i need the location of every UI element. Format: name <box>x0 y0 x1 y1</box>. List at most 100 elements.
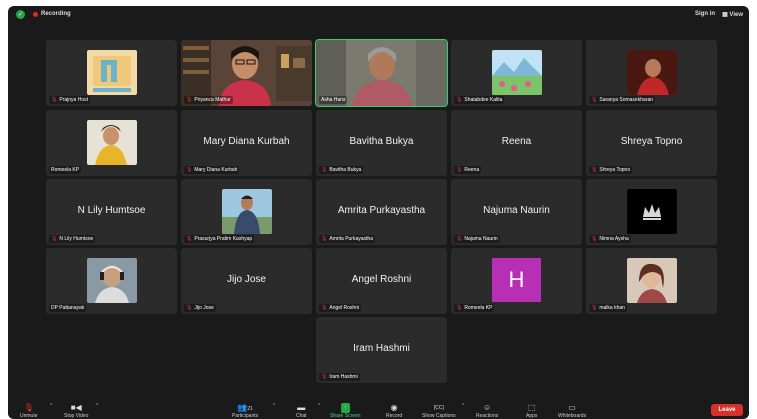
zoom-window: ✓ Recording Sign in ▦ View 🎙︎ Prajnya Hos… <box>8 6 749 419</box>
whiteboard-icon: ▭ <box>568 403 576 412</box>
muted-mic-icon: 🎙︎ <box>456 305 463 311</box>
participant-tile[interactable]: Mary Diana Kurbah 🎙︎ Mary Diana Kurbah <box>181 110 312 176</box>
participant-name: 🎙︎ Mary Diana Kurbah <box>184 166 240 174</box>
participant-display-name: Najuma Naurin <box>483 205 550 216</box>
participant-tile[interactable]: 🎙︎ Saranya Somasekharan <box>586 40 717 106</box>
mic-off-icon: 🎙︎ <box>23 403 34 412</box>
participant-tile[interactable]: Iram Hashmi 🎙︎ Iram Hashmi <box>316 317 447 383</box>
profile-photo <box>86 258 137 303</box>
participant-name: 🎙︎ Amrita Purkayastha <box>319 235 375 243</box>
crown-avatar <box>626 189 677 234</box>
landscape-avatar <box>491 50 542 95</box>
chat-options-caret[interactable]: ^ <box>318 403 320 409</box>
muted-mic-icon: 🎙︎ <box>186 167 193 173</box>
reactions-icon: ☺ <box>483 403 492 412</box>
muted-mic-icon: 🎙︎ <box>186 97 193 103</box>
participant-tile[interactable]: 🎙︎ Prasurjya Pratim Kashyap <box>181 179 312 245</box>
muted-mic-icon: 🎙︎ <box>456 97 463 103</box>
participant-name: 🎙︎ Nimna Aysha <box>589 235 631 243</box>
participant-tile[interactable]: Amrita Purkayastha 🎙︎ Amrita Purkayastha <box>316 179 447 245</box>
muted-mic-icon: 🎙︎ <box>456 167 463 173</box>
initial-avatar: H <box>492 258 541 302</box>
participant-display-name: Reena <box>501 136 532 147</box>
participant-tile[interactable]: 🎙︎ Prajnya Host <box>46 40 177 106</box>
participants-button[interactable]: 👥21 Participants <box>232 403 258 419</box>
chat-button[interactable]: ▬ Chat <box>296 403 307 419</box>
participant-name: 🎙︎ Bavitha Bukya <box>319 166 364 174</box>
record-button[interactable]: ◉ Record <box>386 403 402 419</box>
participant-tile[interactable]: N Lily Humtsoe 🎙︎ N Lily Humtsoe <box>46 179 177 245</box>
participant-display-name: Amrita Purkayastha <box>337 205 426 216</box>
profile-photo <box>626 50 677 95</box>
participant-tile[interactable]: 🎙︎ Nimna Aysha <box>586 179 717 245</box>
audio-options-caret[interactable]: ^ <box>50 403 52 409</box>
participant-name: 🎙︎ Angel Roshni <box>319 304 362 312</box>
participant-display-name: N Lily Humtsoe <box>77 205 146 216</box>
participant-display-name: Bavitha Bukya <box>349 136 414 147</box>
participant-tile[interactable]: Bavitha Bukya 🎙︎ Bavitha Bukya <box>316 110 447 176</box>
captions-options-caret[interactable]: ^ <box>462 403 464 409</box>
view-button[interactable]: ▦ View <box>722 11 743 18</box>
participant-display-name: Shreya Topno <box>620 136 683 147</box>
muted-mic-icon: 🎙︎ <box>321 305 328 311</box>
participant-tile[interactable]: Reena 🎙︎ Reena <box>451 110 582 176</box>
participant-name: 🎙︎ Jijo Jose <box>184 304 216 312</box>
muted-mic-icon: 🎙︎ <box>51 236 58 242</box>
chat-bubble-icon: ▬ <box>297 403 306 412</box>
profile-photo <box>221 189 272 234</box>
participant-tile[interactable]: Shreya Topno 🎙︎ Shreya Topno <box>586 110 717 176</box>
participant-name: 🎙︎ Shatabdee Kalita <box>454 96 505 104</box>
apps-button[interactable]: ⬚ Apps <box>526 403 537 419</box>
participant-name: Asha Hans <box>319 96 348 104</box>
unmute-button[interactable]: 🎙︎ Unmute <box>20 403 38 419</box>
apps-icon: ⬚ <box>527 403 536 412</box>
security-shield-icon[interactable]: ✓ <box>16 10 25 19</box>
profile-photo <box>626 258 677 303</box>
share-screen-button[interactable]: ↑ Share Screen <box>330 403 361 419</box>
active-speaker-tile[interactable]: Asha Hans <box>315 39 448 107</box>
muted-mic-icon: 🎙︎ <box>51 97 58 103</box>
participant-tile[interactable]: Najuma Naurin 🎙︎ Najuma Naurin <box>451 179 582 245</box>
recording-label: Recording <box>41 11 71 17</box>
participant-name: 🎙︎ Saranya Somasekharan <box>589 96 656 104</box>
leave-button[interactable]: Leave <box>711 404 743 416</box>
share-screen-icon: ↑ <box>340 403 350 413</box>
participant-name: 🎙︎ Romeela KP <box>454 304 495 312</box>
participant-tile[interactable]: Jijo Jose 🎙︎ Jijo Jose <box>181 248 312 314</box>
participant-display-name: Jijo Jose <box>227 274 266 285</box>
whiteboards-button[interactable]: ▭ Whiteboards <box>558 403 586 419</box>
muted-mic-icon: 🎙︎ <box>456 236 463 242</box>
participant-tile[interactable]: Angel Roshni 🎙︎ Angel Roshni <box>316 248 447 314</box>
record-icon: ◉ <box>390 403 398 412</box>
participant-tile[interactable]: H 🎙︎ Romeela KP <box>451 248 582 314</box>
participant-name: 🎙︎ Iram Hashmi <box>319 373 360 381</box>
sign-in-link[interactable]: Sign in <box>695 11 715 17</box>
participants-options-caret[interactable]: ^ <box>273 403 275 409</box>
top-bar: ✓ Recording Sign in ▦ View <box>8 6 749 24</box>
participant-tile[interactable]: Romeela KP <box>46 110 177 176</box>
participant-tile[interactable]: DP Pattanayak <box>46 248 177 314</box>
participant-tile[interactable]: 🎙︎ Shatabdee Kalita <box>451 40 582 106</box>
prajnya-logo <box>86 50 137 95</box>
muted-mic-icon: 🎙︎ <box>591 305 598 311</box>
participant-tile[interactable]: 🎙︎ malka khan <box>586 248 717 314</box>
video-options-caret[interactable]: ^ <box>96 403 98 409</box>
profile-photo <box>86 120 137 165</box>
participants-icon: 👥21 <box>237 403 253 412</box>
muted-mic-icon: 🎙︎ <box>321 167 328 173</box>
reactions-button[interactable]: ☺ Reactions <box>476 403 498 419</box>
participant-name: 🎙︎ Prasurjya Pratim Kashyap <box>184 235 255 243</box>
muted-mic-icon: 🎙︎ <box>591 167 598 173</box>
muted-mic-icon: 🎙︎ <box>591 236 598 242</box>
participant-tile[interactable]: 🎙︎ Priyanca Mathur <box>181 40 312 106</box>
participant-name: 🎙︎ Prajnya Host <box>49 96 90 104</box>
participant-name: 🎙︎ Priyanca Mathur <box>184 96 233 104</box>
participant-name: 🎙︎ Shreya Topno <box>589 166 633 174</box>
participant-name: 🎙︎ malka khan <box>589 304 627 312</box>
participant-display-name: Iram Hashmi <box>353 343 410 354</box>
participant-name: DP Pattanayak <box>49 304 87 312</box>
show-captions-button[interactable]: [CC] Show Captions <box>422 403 456 419</box>
stop-video-button[interactable]: ■◀ Stop Video <box>64 403 88 419</box>
captions-icon: [CC] <box>433 405 444 411</box>
view-label: View <box>729 12 743 18</box>
